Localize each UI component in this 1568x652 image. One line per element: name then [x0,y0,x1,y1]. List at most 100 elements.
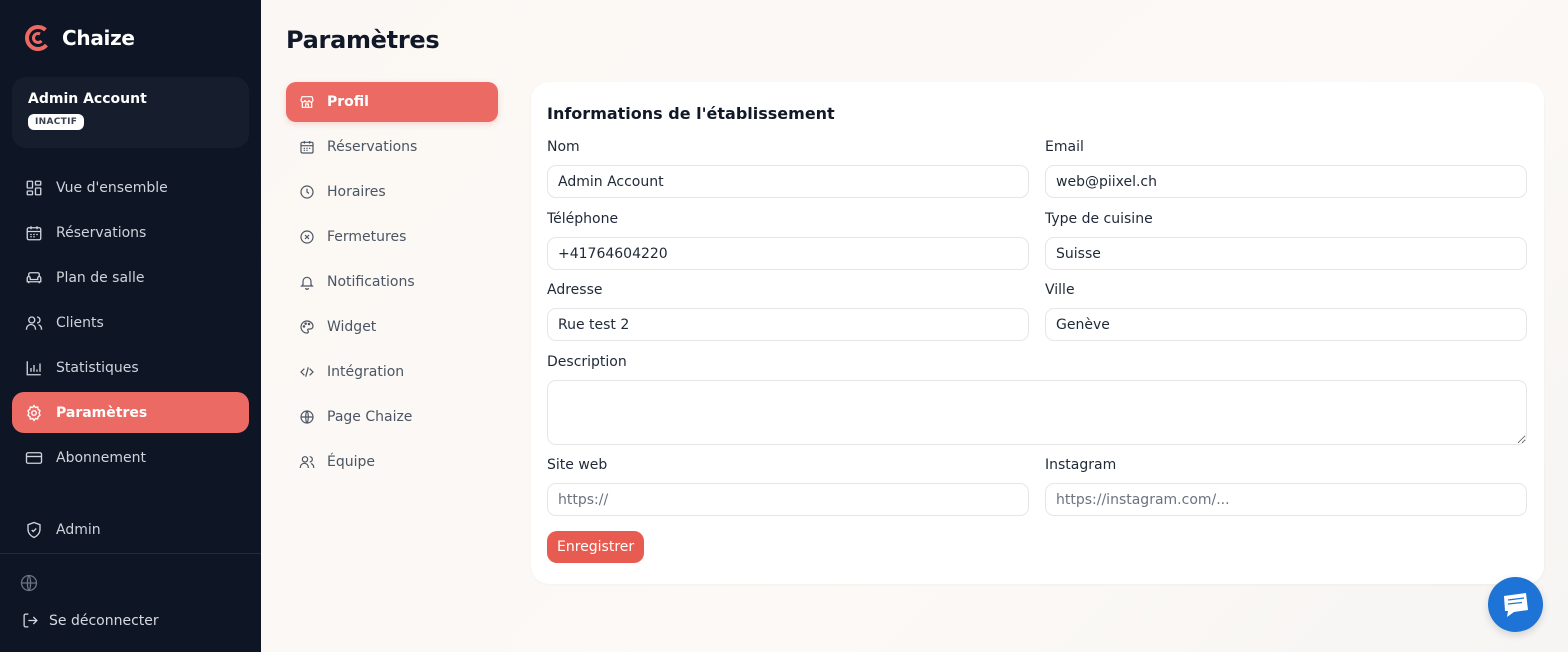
establishment-info-card: Informations de l'établissement Nom Emai… [531,82,1544,584]
brand-name: Chaize [62,26,135,50]
description-textarea[interactable] [547,380,1527,445]
sidebar-divider [0,553,261,554]
page-title: Paramètres [286,26,440,54]
calendar-icon [26,225,42,240]
field-label: Nom [547,139,580,155]
subnav-item-label: Widget [327,319,377,335]
gear-icon [27,403,41,422]
subnav-item-label: Horaires [327,184,386,200]
credit-card-icon [25,451,43,464]
field-label: Email [1045,139,1084,155]
field-label: Instagram [1045,457,1117,473]
bell-icon [300,276,314,290]
dashboard-icon [26,180,42,195]
field-name: Nom [547,139,1029,198]
sidebar-item-label: Admin [56,521,101,538]
sidebar-item-label: Plan de salle [56,269,145,286]
sidebar-item-subscription[interactable]: Abonnement [12,437,249,478]
email-input[interactable] [1045,165,1527,198]
subnav-item-widget[interactable]: Widget [286,307,498,347]
field-description: Description [547,354,1527,449]
code-icon [300,367,314,377]
sidebar-item-label: Réservations [56,224,147,241]
logout-button[interactable]: Se déconnecter [22,612,159,629]
bar-chart-icon [26,360,41,375]
subnav-item-label: Intégration [327,364,405,380]
subnav-item-notifications[interactable]: Notifications [286,262,498,302]
subnav-item-hours[interactable]: Horaires [286,172,498,212]
brand[interactable]: Chaize [24,24,135,52]
field-phone: Téléphone [547,211,1029,270]
sidebar-item-label: Statistiques [56,359,139,376]
instagram-input[interactable] [1045,483,1527,516]
settings-subnav: Profil Réservations Horaires Fermetures … [286,82,498,487]
subnav-item-closures[interactable]: Fermetures [286,217,498,257]
chat-bubble-icon [1503,592,1528,617]
sidebar-item-label: Clients [56,314,104,331]
field-cuisine-type: Type de cuisine [1045,211,1527,270]
subnav-item-label: Équipe [327,454,375,470]
shield-check-icon [27,521,41,538]
logout-label: Se déconnecter [49,612,159,629]
sidebar-item-reservations[interactable]: Réservations [12,212,249,253]
address-input[interactable] [547,308,1029,341]
sidebar-item-admin[interactable]: Admin [12,509,249,550]
globe-icon[interactable] [19,573,39,593]
main-content: Paramètres Profil Réservations Horaires … [261,0,1568,652]
field-city: Ville [1045,282,1527,341]
field-instagram: Instagram [1045,457,1527,516]
subnav-item-label: Profil [327,94,369,110]
field-label: Adresse [547,282,603,298]
subnav-item-integration[interactable]: Intégration [286,352,498,392]
sofa-icon [26,271,42,283]
sidebar-item-overview[interactable]: Vue d'ensemble [12,167,249,208]
subnav-item-label: Fermetures [327,229,407,245]
card-title: Informations de l'établissement [547,104,835,123]
field-label: Site web [547,457,608,473]
account-card[interactable]: Admin Account INACTIF [12,77,249,148]
x-circle-icon [300,230,314,244]
field-label: Téléphone [547,211,619,227]
subnav-item-label: Réservations [327,139,418,155]
chaize-logo-icon [25,25,51,51]
sidebar-item-label: Vue d'ensemble [56,179,168,196]
palette-icon [300,320,314,334]
subnav-item-chaize-page[interactable]: Page Chaize [286,397,498,437]
clock-icon [300,185,314,199]
sidebar-item-statistics[interactable]: Statistiques [12,347,249,388]
globe-icon [300,410,314,424]
subnav-item-profile[interactable]: Profil [286,82,498,122]
subnav-item-label: Page Chaize [327,409,413,425]
users-icon [299,456,315,468]
field-label: Type de cuisine [1045,211,1153,227]
field-address: Adresse [547,282,1029,341]
sidebar-item-settings[interactable]: Paramètres [12,392,249,433]
status-badge: INACTIF [28,114,85,130]
users-icon [25,315,43,330]
sidebar-nav: Vue d'ensemble Réservations Plan de sall… [12,167,249,482]
account-name: Admin Account [28,91,147,107]
cuisine-type-input[interactable] [1045,237,1527,270]
sidebar-item-label: Paramètres [56,404,148,421]
calendar-icon [300,141,314,154]
website-input[interactable] [547,483,1029,516]
logout-icon [23,613,38,628]
name-input[interactable] [547,165,1029,198]
sidebar-admin-section: Admin [12,509,249,554]
field-website: Site web [547,457,1029,516]
chat-widget-button[interactable] [1488,577,1543,632]
sidebar-item-clients[interactable]: Clients [12,302,249,343]
sidebar: Chaize Admin Account INACTIF Vue d'ensem… [0,0,261,652]
phone-input[interactable] [547,237,1029,270]
subnav-item-reservations[interactable]: Réservations [286,127,498,167]
store-icon [300,96,314,108]
field-email: Email [1045,139,1527,198]
subnav-item-team[interactable]: Équipe [286,442,498,482]
field-label: Ville [1045,282,1075,298]
sidebar-item-label: Abonnement [56,449,147,466]
city-input[interactable] [1045,308,1527,341]
save-button[interactable]: Enregistrer [547,531,645,563]
sidebar-item-floor-plan[interactable]: Plan de salle [12,257,249,298]
subnav-item-label: Notifications [327,274,415,290]
field-label: Description [547,354,627,370]
